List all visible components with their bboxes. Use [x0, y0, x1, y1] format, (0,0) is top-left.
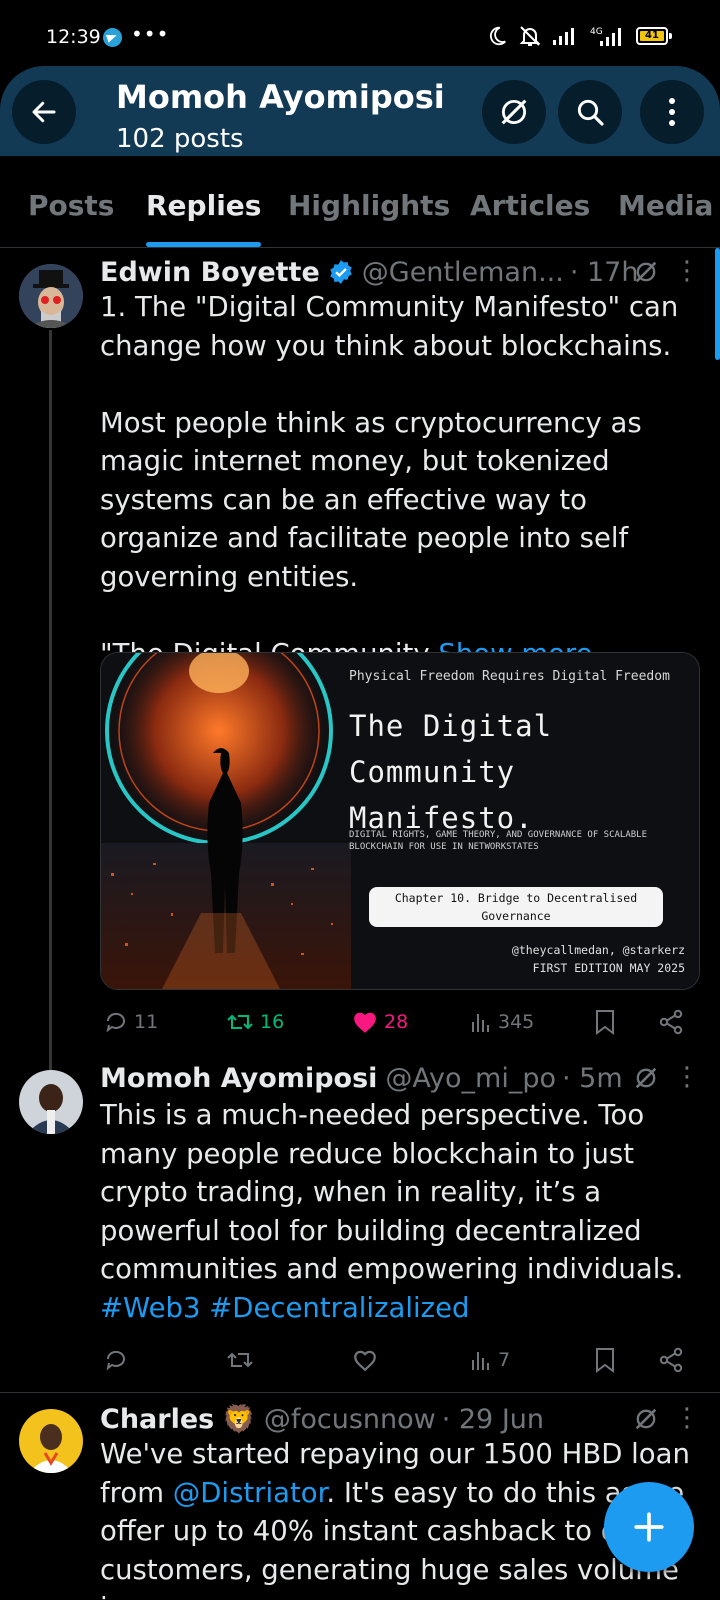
media-credit: @theycallmedan, @starkerz FIRST EDITION …	[511, 943, 685, 975]
views-icon	[472, 1352, 489, 1370]
tab-highlights[interactable]: Highlights	[288, 156, 450, 247]
tweet-header: Edwin Boyette @Gentleman... · 17h ⋮	[100, 254, 700, 290]
kebab-icon	[669, 98, 675, 126]
mute-icon	[519, 26, 541, 46]
grok-icon[interactable]	[632, 1064, 660, 1092]
media-chapter: Chapter 10. Bridge to Decentralised Gove…	[369, 887, 663, 927]
like-button[interactable]	[352, 1342, 378, 1378]
author-handle[interactable]: @Ayo_mi_po	[385, 1063, 556, 1094]
media-tagline: Physical Freedom Requires Digital Freedo…	[349, 669, 670, 684]
plus-icon	[634, 1512, 664, 1542]
tweet-more-icon[interactable]: ⋮	[674, 1403, 700, 1433]
tab-replies[interactable]: Replies	[146, 156, 262, 247]
views-button[interactable]: 7	[470, 1342, 510, 1378]
svg-text:4G: 4G	[590, 27, 603, 37]
search-button[interactable]	[558, 80, 622, 144]
repost-icon	[227, 1352, 253, 1368]
repost-button[interactable]	[226, 1342, 254, 1378]
back-button[interactable]	[12, 80, 76, 144]
heart-filled-icon	[354, 1012, 376, 1033]
bookmark-icon	[596, 1348, 614, 1373]
lion-emoji: 🦁	[222, 1404, 256, 1435]
search-icon	[577, 99, 604, 126]
share-icon	[659, 1009, 683, 1035]
reply-icon	[106, 1012, 125, 1033]
hashtag-link[interactable]: #Web3	[100, 1292, 201, 1324]
author-handle[interactable]: @focusnnow	[264, 1404, 436, 1435]
reply-icon	[106, 1350, 125, 1371]
profile-tabs: Posts Replies Highlights Articles Media	[0, 156, 720, 248]
verified-badge-icon	[330, 260, 352, 284]
status-bar: 12:39 ••• 4G 41	[0, 0, 720, 66]
grok-icon[interactable]	[632, 1405, 660, 1433]
tweet[interactable]: Momoh Ayomiposi @Ayo_mi_po · 5m ⋮ This i…	[0, 1060, 720, 1390]
status-time: 12:39	[46, 26, 101, 48]
more-options-button[interactable]	[640, 80, 704, 144]
repost-button[interactable]: 16	[226, 1004, 284, 1040]
tweet-actions: 11 16 28 345	[100, 1004, 690, 1040]
profile-name: Momoh Ayomiposi	[116, 78, 445, 116]
grok-icon[interactable]	[632, 258, 660, 286]
like-button[interactable]: 28	[352, 1004, 408, 1040]
views-button[interactable]: 345	[470, 1004, 534, 1040]
tweet-text: 1. The "Digital Community Manifesto" can…	[100, 288, 710, 673]
media-subtitle: DIGITAL RIGHTS, GAME THEORY, AND GOVERNA…	[349, 830, 648, 852]
repost-icon	[227, 1014, 253, 1030]
profile-header: Momoh Ayomiposi 102 posts	[0, 66, 720, 156]
tab-posts[interactable]: Posts	[28, 156, 114, 247]
author-name[interactable]: Edwin Boyette	[100, 257, 320, 288]
author-handle[interactable]: @Gentleman...	[362, 257, 564, 288]
author-name[interactable]: Charles	[100, 1404, 214, 1435]
reply-button[interactable]: 11	[104, 1004, 158, 1040]
battery-icon: 41	[636, 27, 672, 45]
tweet-text: This is a much-needed perspective. Too m…	[100, 1099, 684, 1324]
share-button[interactable]	[658, 1342, 684, 1378]
tweet-header: Momoh Ayomiposi @Ayo_mi_po · 5m ⋮	[100, 1060, 700, 1096]
media-image[interactable]: Physical Freedom Requires Digital Freedo…	[100, 652, 700, 990]
avatar[interactable]	[19, 1409, 83, 1473]
tweet-actions: 7	[100, 1342, 690, 1378]
tab-articles[interactable]: Articles	[470, 156, 590, 247]
reply-button[interactable]	[104, 1342, 128, 1378]
avatar[interactable]	[19, 264, 83, 328]
tab-replies-label: Replies	[146, 189, 262, 222]
heart-icon	[354, 1350, 376, 1372]
tab-media[interactable]: Media	[618, 156, 713, 247]
author-name[interactable]: Momoh Ayomiposi	[100, 1063, 377, 1094]
tweet[interactable]: Charles 🦁 @focusnnow · 29 Jun ⋮ We've st…	[0, 1393, 720, 1600]
media-title: The Digital Community Manifesto.	[349, 709, 553, 835]
share-button[interactable]	[658, 1004, 684, 1040]
post-time[interactable]: · 5m	[562, 1063, 623, 1094]
post-time[interactable]: · 17h	[570, 257, 639, 288]
active-tab-indicator	[146, 242, 262, 247]
grok-icon	[501, 99, 527, 125]
views-icon	[472, 1014, 489, 1032]
bookmark-button[interactable]	[594, 1342, 616, 1378]
post-time[interactable]: · 29 Jun	[442, 1404, 544, 1435]
tweet-more-icon[interactable]: ⋮	[674, 1062, 700, 1092]
bookmark-button[interactable]	[594, 1004, 616, 1040]
signal-icon	[553, 28, 574, 45]
mention-link[interactable]: @Distriator	[173, 1477, 327, 1509]
moon-icon	[489, 26, 506, 46]
share-icon	[659, 1347, 683, 1373]
arrow-left-icon	[32, 101, 56, 123]
more-notifications-icon: •••	[131, 22, 170, 46]
tweet-header: Charles 🦁 @focusnnow · 29 Jun ⋮	[100, 1401, 700, 1437]
hashtag-link[interactable]: #Decentralizalized	[209, 1292, 469, 1324]
bookmark-icon	[596, 1010, 614, 1035]
compose-post-button[interactable]	[604, 1482, 694, 1572]
thread-line	[49, 330, 52, 1070]
avatar[interactable]	[19, 1070, 83, 1134]
signal-4g-icon: 4G	[590, 27, 621, 46]
grok-button[interactable]	[482, 80, 546, 144]
tweet-more-icon[interactable]: ⋮	[674, 256, 700, 286]
post-count: 102 posts	[116, 124, 244, 154]
telegram-icon	[103, 28, 122, 47]
